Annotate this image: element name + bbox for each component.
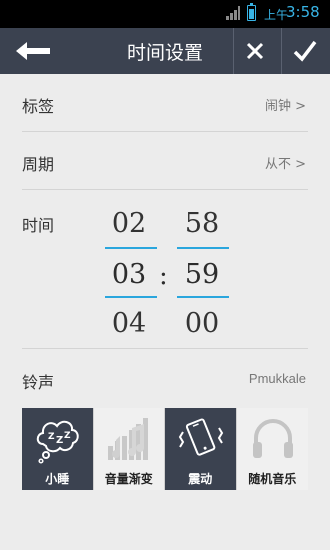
divider [22, 348, 308, 349]
repeat-value: 从不 > [264, 157, 306, 172]
minute-prev[interactable]: 58 [172, 208, 232, 239]
divider [281, 28, 282, 74]
headphones-icon [252, 419, 293, 458]
status-time-prefix: 上午 [264, 8, 289, 22]
snooze-icon: Z Z Z [36, 420, 79, 464]
divider [233, 28, 234, 74]
back-button[interactable] [0, 28, 66, 74]
time-label: 时间 [22, 216, 55, 235]
svg-text:Z: Z [48, 432, 55, 442]
hour-next[interactable]: 04 [99, 308, 159, 339]
label-value: 闹钟 > [264, 99, 306, 114]
time-separator: : [159, 261, 168, 291]
page-title: 时间设置 [126, 42, 203, 64]
battery-icon [247, 3, 256, 21]
ringtone-value[interactable]: Pmukkale [249, 371, 306, 386]
status-time: 3:58 [286, 3, 320, 21]
label-row[interactable]: 标签 闹钟 > [22, 74, 308, 132]
hour-selected[interactable]: 03 [99, 259, 159, 290]
arrow-left-icon [16, 42, 50, 60]
volume-rise-icon [107, 418, 148, 460]
repeat-row[interactable]: 周期 从不 > [22, 132, 308, 190]
random-music-label: 随机音乐 [248, 472, 297, 486]
repeat-title: 周期 [22, 155, 55, 174]
status-bar: 上午 3:58 [0, 0, 330, 28]
label-title: 标签 [22, 97, 55, 116]
random-music-toggle[interactable]: 随机音乐 [236, 408, 308, 490]
minute-selected[interactable]: 59 [172, 259, 232, 290]
hour-selection-line [105, 247, 157, 249]
close-button[interactable] [235, 28, 275, 74]
volume-rise-label: 音量渐变 [104, 472, 153, 486]
ringtone-label: 铃声 [22, 373, 55, 392]
volume-rise-toggle[interactable]: 音量渐变 [93, 408, 165, 490]
confirm-button[interactable] [283, 28, 327, 74]
signal-icon [226, 6, 240, 20]
minute-selection-line [177, 296, 229, 298]
close-icon [246, 42, 264, 60]
title-bar: 时间设置 [0, 28, 330, 74]
snooze-toggle[interactable]: Z Z Z 小睡 [22, 408, 94, 490]
mode-toggles: Z Z Z 小睡 音量渐变 震动 随机音乐 [22, 408, 308, 490]
hour-selection-line [105, 296, 157, 298]
svg-text:Z: Z [56, 435, 63, 446]
minute-selection-line [177, 247, 229, 249]
snooze-label: 小睡 [45, 472, 70, 486]
svg-text:Z: Z [64, 431, 71, 441]
hour-prev[interactable]: 02 [99, 208, 159, 239]
vibrate-label: 震动 [188, 472, 213, 486]
minute-next[interactable]: 00 [172, 308, 232, 339]
vibrate-icon [178, 418, 224, 456]
vibrate-toggle[interactable]: 震动 [165, 408, 237, 490]
check-icon [293, 40, 317, 62]
